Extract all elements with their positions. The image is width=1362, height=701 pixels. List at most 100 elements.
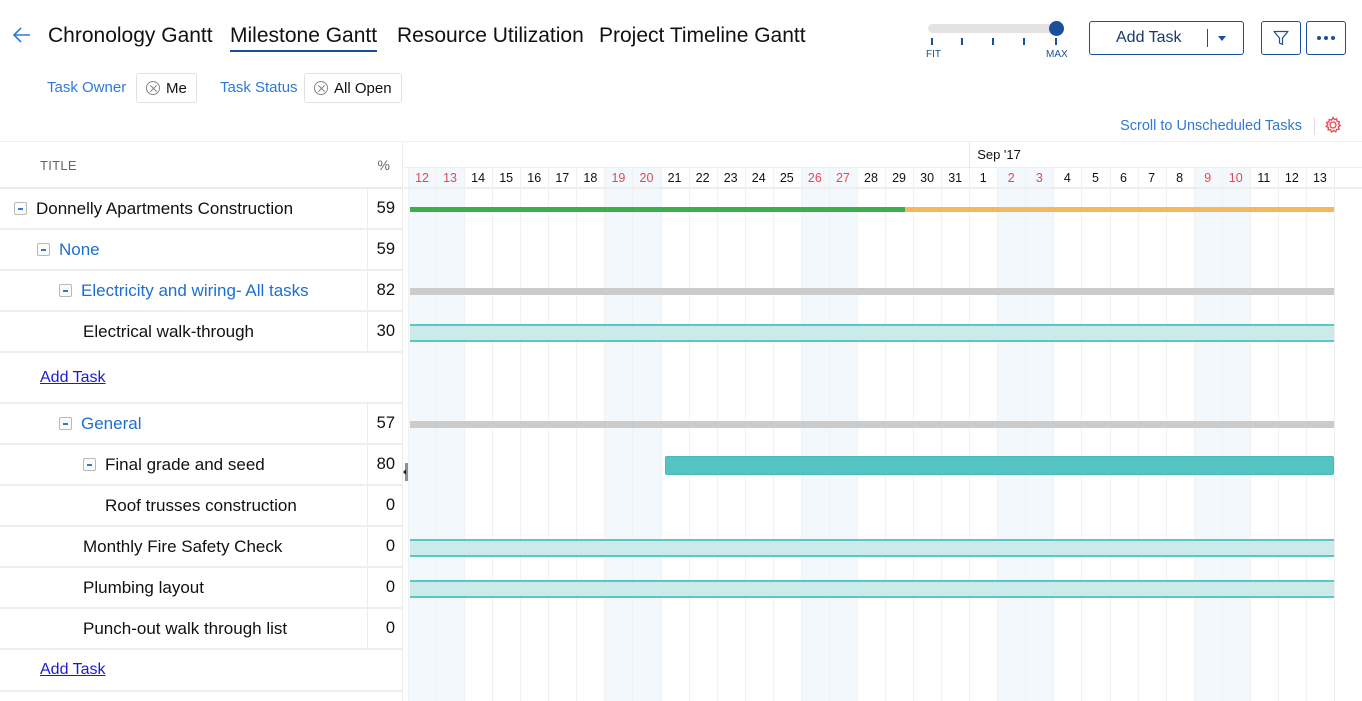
column-header-percent[interactable]: % <box>378 157 390 173</box>
task-name-cell: Electrical walk-through <box>83 322 254 342</box>
day-label: 23 <box>723 171 738 185</box>
weekend-column <box>632 168 661 701</box>
day-column <box>1165 168 1194 701</box>
zoom-slider-track[interactable] <box>928 24 1058 33</box>
task-name-cell: Punch-out walk through list <box>83 619 287 639</box>
task-name-cell: Monthly Fire Safety Check <box>83 537 282 557</box>
day-label: 5 <box>1091 171 1099 185</box>
tab-chronology-gantt[interactable]: Chronology Gantt <box>48 24 213 48</box>
task-name[interactable]: None <box>59 240 100 260</box>
add-task-link[interactable]: Add Task <box>40 369 106 387</box>
column-header-title[interactable]: TITLE <box>40 158 77 173</box>
zoom-slider[interactable]: FIT MAX <box>926 21 1068 66</box>
day-column <box>1053 168 1081 701</box>
task-row[interactable]: Electrical walk-through 30 <box>0 312 403 353</box>
caret-down-icon[interactable] <box>1218 36 1226 41</box>
month-separator <box>969 142 971 169</box>
task-status-chip[interactable]: All Open <box>304 73 402 103</box>
day-label: 8 <box>1176 171 1184 185</box>
task-name[interactable]: General <box>81 414 141 434</box>
tab-project-timeline-gantt[interactable]: Project Timeline Gantt <box>599 24 806 48</box>
day-label: 16 <box>527 171 542 185</box>
task-row[interactable]: None 59 <box>0 230 403 271</box>
filter-button[interactable] <box>1261 21 1301 55</box>
task-bar[interactable] <box>410 323 1334 342</box>
add-task-button[interactable]: Add Task <box>1089 21 1244 55</box>
day-label: 2 <box>1007 171 1015 185</box>
day-column <box>688 168 717 701</box>
zoom-slider-knob[interactable] <box>1049 21 1064 36</box>
progress-bar-done[interactable] <box>410 207 905 212</box>
task-status-filter-label[interactable]: Task Status <box>220 79 298 96</box>
task-row[interactable]: Donnelly Apartments Construction 59 <box>0 189 403 230</box>
back-button[interactable] <box>11 24 33 46</box>
progress-bar-remaining[interactable] <box>904 207 1334 212</box>
day-label: 24 <box>751 171 766 185</box>
day-label: 14 <box>471 171 486 185</box>
scroll-to-unscheduled-link[interactable]: Scroll to Unscheduled Tasks <box>1120 118 1302 134</box>
day-label: 17 <box>555 171 570 185</box>
day-column <box>1249 168 1278 701</box>
collapse-toggle-icon[interactable] <box>14 202 27 215</box>
collapse-toggle-icon[interactable] <box>37 243 50 256</box>
timeline-end-line <box>1333 168 1335 701</box>
tab-milestone-gantt[interactable]: Milestone Gantt <box>230 24 378 52</box>
task-owner-chip[interactable]: Me <box>136 73 197 103</box>
day-label: 20 <box>639 171 654 185</box>
gantt-grid: TITLE % Donnelly Apartments Construction… <box>0 141 1362 701</box>
collapse-toggle-icon[interactable] <box>59 417 72 430</box>
day-column <box>885 168 913 701</box>
day-label: 28 <box>864 171 878 185</box>
month-label: Sep '17 <box>977 147 1021 162</box>
day-label: 3 <box>1035 171 1043 185</box>
arrow-left-icon <box>12 27 30 43</box>
task-row[interactable]: Plumbing layout 0 <box>0 568 403 609</box>
task-name[interactable]: Electricity and wiring- All tasks <box>81 281 309 301</box>
task-list-panel: TITLE % Donnelly Apartments Construction… <box>0 141 403 701</box>
day-label: 15 <box>499 171 514 185</box>
day-column <box>660 168 689 701</box>
remove-filter-icon[interactable] <box>146 81 160 95</box>
task-row[interactable]: Punch-out walk through list 0 <box>0 609 403 650</box>
collapse-toggle-icon[interactable] <box>83 458 96 471</box>
add-task-link[interactable]: Add Task <box>40 661 106 679</box>
day-label: 25 <box>779 171 794 185</box>
day-column <box>1277 168 1306 701</box>
day-column <box>716 168 745 701</box>
task-owner-filter-label[interactable]: Task Owner <box>47 79 126 96</box>
day-column <box>772 168 801 701</box>
task-bar[interactable] <box>664 456 1334 475</box>
weekend-column <box>800 168 829 701</box>
remove-filter-icon[interactable] <box>314 81 328 95</box>
divider <box>1314 117 1315 135</box>
task-owner-value: Me <box>166 79 187 97</box>
day-column <box>969 168 997 701</box>
task-row[interactable]: Electricity and wiring- All tasks 82 <box>0 271 403 312</box>
task-name: Electrical walk-through <box>83 321 255 341</box>
day-label: 30 <box>920 171 935 185</box>
task-row[interactable]: Roof trusses construction 0 <box>0 486 403 527</box>
task-name-cell[interactable]: General <box>59 414 141 434</box>
day-label: 26 <box>807 171 822 185</box>
task-row[interactable]: General 57 <box>0 404 403 445</box>
collapse-toggle-icon[interactable] <box>59 284 72 297</box>
task-bar[interactable] <box>410 579 1334 598</box>
day-label: 12 <box>415 171 429 185</box>
day-header-row: 12 13 14 15 16 17 18 19 20 21 22 23 24 25 26 27 28 29 30 31… <box>404 168 1362 189</box>
task-name-cell[interactable]: Electricity and wiring- All tasks <box>59 281 309 301</box>
day-label: 6 <box>1120 171 1127 185</box>
settings-button[interactable] <box>1324 116 1342 134</box>
task-bar[interactable] <box>410 538 1334 557</box>
task-name: Final grade and seed <box>105 454 265 474</box>
task-name: Plumbing layout <box>83 577 204 597</box>
task-row[interactable]: Monthly Fire Safety Check 0 <box>0 527 403 568</box>
more-options-button[interactable] <box>1306 21 1346 55</box>
tab-resource-utilization[interactable]: Resource Utilization <box>397 24 584 48</box>
task-name-cell[interactable]: None <box>37 240 100 260</box>
task-row[interactable]: Final grade and seed 80 <box>0 445 403 486</box>
summary-bar[interactable] <box>410 421 1334 428</box>
task-percent-cell: 0 <box>367 609 403 648</box>
summary-bar[interactable] <box>410 288 1334 295</box>
task-percent-cell: 0 <box>367 568 403 607</box>
task-percent-cell: 59 <box>367 230 403 269</box>
